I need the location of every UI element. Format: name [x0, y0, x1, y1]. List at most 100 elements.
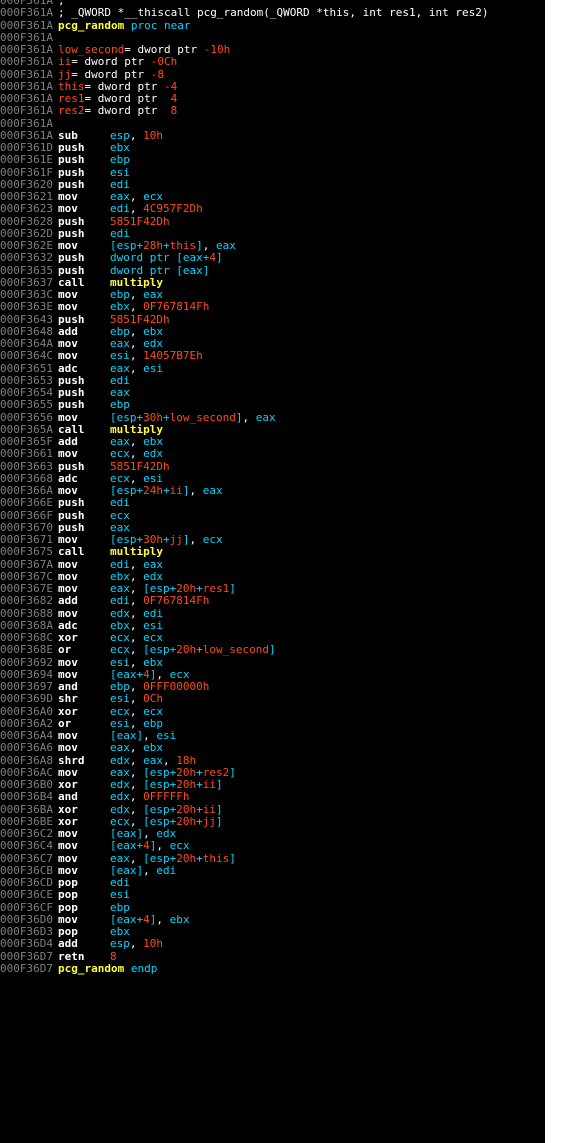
operand-token: eax — [109, 582, 130, 595]
disasm-line[interactable]: 000F363E mov ebx, 0F767814Fh — [0, 300, 545, 313]
disasm-line[interactable]: 000F36D7 pcg_random endp — [0, 962, 545, 975]
disasm-line[interactable]: 000F36D4 add esp, 10h — [0, 937, 545, 950]
disasm-line[interactable]: 000F3670 push eax — [0, 521, 545, 534]
disasm-line[interactable]: 000F36CD pop edi — [0, 876, 545, 889]
disasm-line[interactable]: 000F3628 push 5851F42Dh — [0, 215, 545, 228]
function-name[interactable]: multiply — [110, 423, 163, 436]
disasm-line[interactable]: 000F3632 push dword ptr [eax+4] — [0, 251, 545, 265]
instruction-operands: ecx, ecx — [110, 631, 163, 644]
disasm-line[interactable]: 000F3635 push dword ptr [eax] — [0, 264, 545, 277]
disasm-line[interactable]: 000F3648 add ebp, ebx — [0, 324, 545, 338]
operand-token: [esp+ — [143, 851, 177, 865]
operand-token: ] — [268, 643, 276, 657]
disasm-line[interactable]: 000F36C7 mov eax, [esp+20h+this] — [0, 851, 545, 865]
disasm-line[interactable]: 000F36BE xor ecx, [esp+20h+jj] — [0, 815, 545, 828]
disasm-line[interactable]: 000F369D shr esi, 0Ch — [0, 692, 545, 706]
disasm-line[interactable]: 000F3663 push 5851F42Dh — [0, 460, 545, 473]
disasm-line[interactable]: 000F3668 adc ecx, esi — [0, 472, 545, 485]
function-name[interactable]: pcg_random — [58, 962, 124, 975]
text-token: proc near — [124, 18, 191, 32]
line-text: pcg_random proc near — [58, 19, 190, 32]
line-address: 000F361A — [0, 92, 53, 105]
instruction-operands: 8 — [110, 950, 117, 963]
disasm-line[interactable]: 000F361E push ebp — [0, 153, 545, 166]
disasm-line[interactable]: 000F36A8 shrd edx, eax, 18h — [0, 754, 545, 767]
disasm-line[interactable]: 000F3692 mov esi, ebx — [0, 656, 545, 669]
disasm-line[interactable]: 000F36CB mov [eax], edi — [0, 864, 545, 877]
disasm-line[interactable]: 000F36A0 xor ecx, ecx — [0, 705, 545, 718]
operand-token: ii — [202, 802, 216, 816]
operand-token: 4 — [143, 912, 150, 926]
disasm-line[interactable]: 000F3697 and ebp, 0FFF00000h — [0, 680, 545, 693]
disasm-line[interactable]: 000F36C2 mov [eax], edx — [0, 827, 545, 840]
disasm-line[interactable]: 000F361A — [0, 117, 545, 130]
disasm-line[interactable]: 000F367A mov edi, eax — [0, 557, 545, 571]
line-address: 000F36CE — [0, 888, 53, 902]
instruction-operands: ebx — [110, 925, 130, 938]
disasm-line[interactable]: 000F3661 mov ecx, edx — [0, 447, 545, 460]
disasm-line[interactable]: 000F3694 mov [eax+4], ecx — [0, 668, 545, 681]
disasm-line[interactable]: 000F3675 call multiply — [0, 545, 545, 558]
disasm-line[interactable]: 000F36A4 mov [eax], esi — [0, 729, 545, 742]
text-token: 8 — [170, 104, 178, 118]
operand-token: , — [129, 692, 144, 706]
disasm-line[interactable]: 000F367E mov eax, [esp+20h+res1] — [0, 582, 545, 595]
function-name[interactable]: multiply — [110, 545, 163, 558]
disasm-line[interactable]: 000F368E or ecx, [esp+20h+low_second] — [0, 643, 545, 657]
operand-token: 20h — [176, 802, 197, 816]
disasm-line[interactable]: 000F3637 call multiply — [0, 276, 545, 289]
line-text: res2= dword ptr 8 — [58, 104, 177, 117]
disasm-line[interactable]: 000F36CF pop ebp — [0, 901, 545, 914]
disasm-line[interactable]: 000F364C mov esi, 14057B7Eh — [0, 349, 545, 362]
operand-token: ebp — [109, 324, 130, 338]
disasm-line[interactable]: 000F3621 mov eax, ecx — [0, 190, 545, 203]
disasm-line[interactable]: 000F36A2 or esi, ebp — [0, 717, 545, 730]
disasm-line[interactable]: 000F3656 mov [esp+30h+low_second], eax — [0, 411, 545, 424]
disasm-line[interactable]: 000F3651 adc eax, esi — [0, 362, 545, 375]
function-name[interactable]: pcg_random — [58, 19, 124, 32]
disasm-line[interactable]: 000F367C mov ebx, edx — [0, 570, 545, 583]
disasm-line[interactable]: 000F366F push ecx — [0, 509, 545, 522]
disasm-line[interactable]: 000F361F push esi — [0, 166, 545, 179]
disasm-line[interactable]: 000F363C mov ebp, eax — [0, 288, 545, 301]
stack-variable[interactable]: res2 — [58, 104, 85, 117]
operand-token: edi — [109, 876, 130, 889]
disasm-line[interactable]: 000F36B0 xor edx, [esp+20h+ii] — [0, 778, 545, 791]
instruction-mnemonic: and — [57, 790, 78, 804]
disasm-line[interactable]: 000F36A6 mov eax, ebx — [0, 741, 545, 754]
disasm-line[interactable]: 000F365A call multiply — [0, 423, 545, 436]
disasm-line[interactable]: 000F36BA xor edx, [esp+20h+ii] — [0, 802, 545, 816]
disasm-line[interactable]: 000F36D0 mov [eax+4], ebx — [0, 912, 545, 926]
stack-variable[interactable]: jj — [58, 68, 71, 81]
function-name[interactable]: multiply — [110, 276, 163, 289]
disasm-line[interactable]: 000F361A res2= dword ptr 8 — [0, 105, 545, 117]
disasm-line[interactable]: 000F366E push edi — [0, 496, 545, 509]
disasm-line[interactable]: 000F36C4 mov [eax+4], ecx — [0, 839, 545, 852]
operand-token: , — [129, 557, 144, 571]
disasm-line[interactable]: 000F36CE pop esi — [0, 888, 545, 902]
disasm-line[interactable]: 000F3623 mov edi, 4C957F2Dh — [0, 202, 545, 216]
stack-variable[interactable]: ii — [58, 55, 71, 68]
disasm-line[interactable]: 000F365F add eax, ebx — [0, 435, 545, 448]
operand-token: dword ptr [eax+ — [109, 251, 210, 265]
instruction-mnemonic: mov — [57, 202, 78, 216]
operand-token: edx — [109, 606, 130, 620]
stack-variable[interactable]: this — [58, 80, 85, 93]
disasm-line[interactable]: 000F364A mov eax, edx — [0, 337, 545, 350]
disasm-line[interactable]: 000F3682 add edi, 0F767814Fh — [0, 594, 545, 607]
disasm-line[interactable]: 000F36AC mov eax, [esp+20h+res2] — [0, 766, 545, 779]
instruction-operands: eax — [110, 521, 130, 534]
disasm-line[interactable]: 000F362D push edi — [0, 227, 545, 240]
disasm-line[interactable]: 000F36D3 pop ebx — [0, 925, 545, 938]
line-address: 000F3643 — [0, 312, 53, 326]
disasm-line[interactable]: 000F3643 push 5851F42Dh — [0, 312, 545, 326]
instruction-operands: ebp — [110, 153, 130, 166]
disasm-line[interactable]: 000F361A pcg_random proc near — [0, 19, 545, 32]
disasm-line[interactable]: 000F3688 mov edx, edi — [0, 606, 545, 620]
disasm-line[interactable]: 000F3620 push edi — [0, 178, 545, 191]
disassembly-view[interactable]: 000F361A; 000F361A; _QWORD *__thiscall pc… — [0, 0, 545, 1143]
disasm-line[interactable]: 000F36B4 and edx, 0FFFFFh — [0, 790, 545, 804]
stack-variable[interactable]: res1 — [58, 92, 85, 105]
stack-variable[interactable]: low_second — [58, 43, 124, 56]
disasm-line[interactable]: 000F368A adc ebx, esi — [0, 619, 545, 632]
